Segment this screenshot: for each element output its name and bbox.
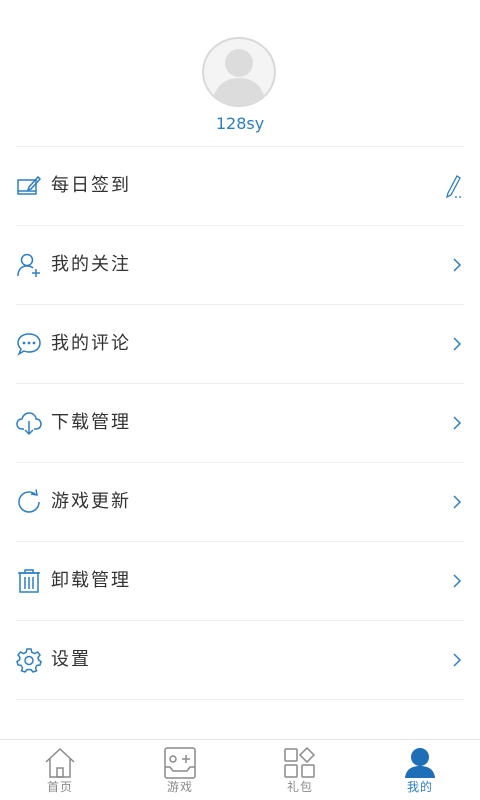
username[interactable]: 128sy: [0, 114, 480, 133]
refresh-icon: [16, 489, 42, 515]
menu-item-uninstall-manager[interactable]: 卸载管理: [16, 542, 464, 621]
chevron-right-icon: [450, 651, 464, 669]
tab-gift-packs[interactable]: 礼包: [240, 740, 360, 800]
menu-item-download-manager[interactable]: 下载管理: [16, 384, 464, 463]
tab-mine[interactable]: 我的: [360, 740, 480, 800]
gamepad-icon: [164, 747, 196, 779]
menu-item-label: 设置: [51, 649, 91, 670]
user-follow-icon: [16, 252, 42, 278]
chevron-right-icon: [450, 572, 464, 590]
avatar[interactable]: [202, 37, 276, 107]
menu-item-label: 每日签到: [51, 175, 131, 196]
menu-item-label: 卸载管理: [51, 570, 131, 591]
home-icon: [44, 747, 76, 779]
grid-apps-icon: [284, 747, 316, 779]
tab-label: 首页: [46, 780, 73, 794]
menu-item-label: 我的关注: [51, 254, 131, 275]
menu-item-game-updates[interactable]: 游戏更新: [16, 463, 464, 542]
profile-header: 128sy: [0, 0, 480, 146]
pencil-icon[interactable]: [444, 173, 464, 199]
default-user-icon: [212, 49, 266, 105]
menu-item-label: 下载管理: [51, 412, 131, 433]
chevron-right-icon: [450, 493, 464, 511]
gear-icon: [16, 647, 42, 673]
person-icon: [404, 747, 436, 779]
chevron-right-icon: [450, 335, 464, 353]
chevron-right-icon: [450, 256, 464, 274]
bottom-tab-bar: 首页 游戏 礼包 我的: [0, 739, 480, 800]
tab-label: 我的: [406, 780, 433, 794]
trash-icon: [16, 568, 42, 594]
tab-games[interactable]: 游戏: [120, 740, 240, 800]
menu-item-my-follows[interactable]: 我的关注: [16, 226, 464, 305]
chevron-right-icon: [450, 414, 464, 432]
tab-label: 礼包: [286, 780, 313, 794]
menu-item-my-comments[interactable]: 我的评论: [16, 305, 464, 384]
menu-item-daily-checkin[interactable]: 每日签到: [16, 147, 464, 226]
menu-list: 每日签到 我的关注 我的评论 下载管理 游戏更新 卸载管理 设置: [16, 146, 464, 700]
tab-home[interactable]: 首页: [0, 740, 120, 800]
tab-label: 游戏: [166, 780, 193, 794]
comment-bubble-icon: [16, 331, 42, 357]
menu-item-settings[interactable]: 设置: [16, 621, 464, 700]
menu-item-label: 游戏更新: [51, 491, 131, 512]
menu-item-label: 我的评论: [51, 333, 131, 354]
cloud-download-icon: [16, 410, 42, 436]
sign-in-icon: [16, 173, 42, 199]
